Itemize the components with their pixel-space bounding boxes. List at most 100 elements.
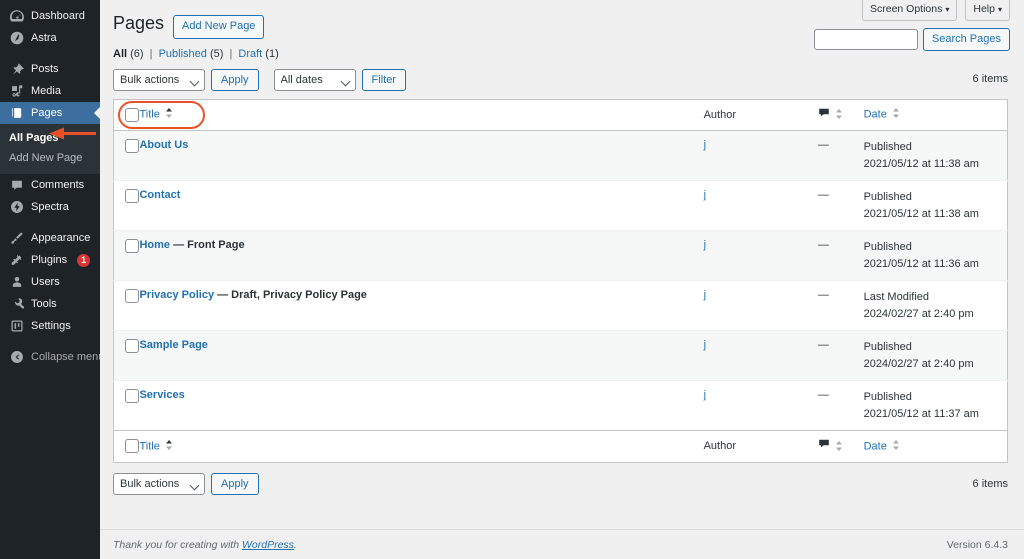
date-filter-select[interactable]: All dates	[274, 69, 356, 91]
sort-arrows-icon	[165, 439, 174, 454]
row-comments-cell: —	[818, 281, 864, 331]
date-value: 2021/05/12 at 11:36 am	[864, 256, 1007, 273]
row-checkbox[interactable]	[125, 289, 139, 303]
bulk-actions-select-top[interactable]: Bulk actions	[113, 69, 205, 91]
sidebar-item-users[interactable]: Users	[0, 271, 100, 293]
add-new-page-button[interactable]: Add New Page	[173, 15, 264, 39]
sidebar-item-collapse-menu[interactable]: Collapse menu	[0, 346, 100, 368]
row-date-cell: Published 2021/05/12 at 11:38 am	[864, 181, 1008, 231]
row-comments-cell: —	[818, 231, 864, 281]
page-title-link[interactable]: Services	[139, 389, 184, 401]
page-content: Pages Add New Page Search Pages All (6) …	[100, 0, 1024, 527]
table-row: About Us j — Published 2021/05/12 at 11:…	[114, 131, 1008, 181]
row-checkbox[interactable]	[125, 389, 139, 403]
table-body: About Us j — Published 2021/05/12 at 11:…	[114, 131, 1008, 431]
apply-button-top[interactable]: Apply	[211, 69, 259, 91]
submenu-item-add-new-page[interactable]: Add New Page	[0, 148, 100, 168]
column-footer-comments[interactable]	[818, 431, 864, 463]
page-title-link[interactable]: Privacy Policy	[139, 289, 214, 301]
row-checkbox-cell	[114, 381, 140, 431]
tablenav-top: Bulk actions Apply All dates Filter 6 it…	[113, 69, 1008, 91]
sidebar-item-astra[interactable]: Astra	[0, 27, 100, 49]
author-link[interactable]: j	[704, 339, 706, 351]
table-row: Home — Front Page j — Published 2021/05/…	[114, 231, 1008, 281]
page-state-label: — Draft, Privacy Policy Page	[217, 289, 367, 301]
row-date-cell: Published 2021/05/12 at 11:37 am	[864, 381, 1008, 431]
sidebar-item-plugins[interactable]: Plugins 1	[0, 249, 100, 271]
search-input[interactable]	[814, 29, 918, 50]
date-status: Published	[864, 239, 1007, 256]
sidebar-separator-2	[0, 218, 100, 227]
filter-button[interactable]: Filter	[362, 69, 406, 91]
author-link[interactable]: j	[704, 389, 706, 401]
table-head: Title Author	[114, 99, 1008, 131]
bulk-actions-select-wrap-bottom: Bulk actions	[113, 473, 205, 495]
astra-icon	[9, 31, 24, 46]
date-status: Last Modified	[864, 289, 1007, 306]
sort-arrows-icon	[892, 107, 901, 122]
sort-date-link-bottom[interactable]: Date	[864, 440, 887, 452]
author-link[interactable]: j	[704, 189, 706, 201]
sidebar-item-label: Collapse menu	[31, 352, 104, 363]
row-date-cell: Last Modified 2024/02/27 at 2:40 pm	[864, 281, 1008, 331]
sort-arrows-icon	[835, 108, 844, 123]
sidebar-item-tools[interactable]: Tools	[0, 293, 100, 315]
apply-button-bottom[interactable]: Apply	[211, 473, 259, 495]
select-all-header	[114, 99, 140, 131]
column-footer-date[interactable]: Date	[864, 431, 1008, 463]
date-status: Published	[864, 389, 1007, 406]
sidebar-item-media[interactable]: Media	[0, 80, 100, 102]
page-title-link[interactable]: Contact	[139, 189, 180, 201]
column-header-comments[interactable]	[818, 99, 864, 131]
bulk-actions-select-wrap: Bulk actions	[113, 69, 205, 91]
page-title: Pages	[113, 12, 164, 35]
sidebar-item-pages[interactable]: Pages	[0, 102, 100, 124]
date-value: 2021/05/12 at 11:38 am	[864, 206, 1007, 223]
wrench-icon	[9, 297, 24, 312]
filter-link-draft[interactable]: Draft	[238, 48, 262, 60]
date-filter-select-wrap: All dates	[274, 69, 356, 91]
row-comments-cell: —	[818, 181, 864, 231]
sidebar-item-settings[interactable]: Settings	[0, 315, 100, 337]
table-row: Contact j — Published 2021/05/12 at 11:3…	[114, 181, 1008, 231]
author-link[interactable]: j	[704, 239, 706, 251]
page-title-link[interactable]: Sample Page	[139, 339, 207, 351]
sidebar-separator-3	[0, 337, 100, 346]
column-header-title[interactable]: Title	[139, 99, 703, 131]
sort-title-link-bottom[interactable]: Title	[139, 440, 159, 452]
page-title-link[interactable]: Home	[139, 239, 170, 251]
filter-link-all[interactable]: All	[113, 48, 127, 60]
table-row: Privacy Policy — Draft, Privacy Policy P…	[114, 281, 1008, 331]
bulk-actions-select-bottom[interactable]: Bulk actions	[113, 473, 205, 495]
page-icon	[9, 106, 24, 121]
author-link[interactable]: j	[704, 139, 706, 151]
row-checkbox[interactable]	[125, 239, 139, 253]
sidebar-item-label: Users	[31, 277, 60, 288]
sidebar-item-spectra[interactable]: Spectra	[0, 196, 100, 218]
wordpress-link[interactable]: WordPress	[242, 539, 294, 551]
sort-date-link[interactable]: Date	[864, 109, 887, 121]
submenu-item-all-pages[interactable]: All Pages	[0, 128, 100, 148]
row-checkbox[interactable]	[125, 189, 139, 203]
row-title-cell: About Us	[139, 131, 703, 181]
sidebar-item-comments[interactable]: Comments	[0, 174, 100, 196]
column-footer-title[interactable]: Title	[139, 431, 703, 463]
row-checkbox[interactable]	[125, 339, 139, 353]
column-header-date[interactable]: Date	[864, 99, 1008, 131]
sidebar-item-posts[interactable]: Posts	[0, 58, 100, 80]
date-value: 2021/05/12 at 11:37 am	[864, 406, 1007, 423]
row-checkbox[interactable]	[125, 139, 139, 153]
filter-link-published[interactable]: Published	[159, 48, 207, 60]
select-all-checkbox-top[interactable]	[125, 108, 139, 122]
sidebar-item-appearance[interactable]: Appearance	[0, 227, 100, 249]
author-link[interactable]: j	[704, 289, 706, 301]
select-all-checkbox-bottom[interactable]	[125, 439, 139, 453]
sort-title-link[interactable]: Title	[139, 109, 159, 121]
admin-footer: Thank you for creating with WordPress. V…	[100, 529, 1024, 559]
search-pages-button[interactable]: Search Pages	[923, 28, 1010, 51]
column-footer-author: Author	[704, 431, 818, 463]
row-author-cell: j	[704, 231, 818, 281]
page-title-link[interactable]: About Us	[139, 139, 188, 151]
sidebar-item-dashboard[interactable]: Dashboard	[0, 5, 100, 27]
sort-arrows-icon	[892, 439, 901, 454]
